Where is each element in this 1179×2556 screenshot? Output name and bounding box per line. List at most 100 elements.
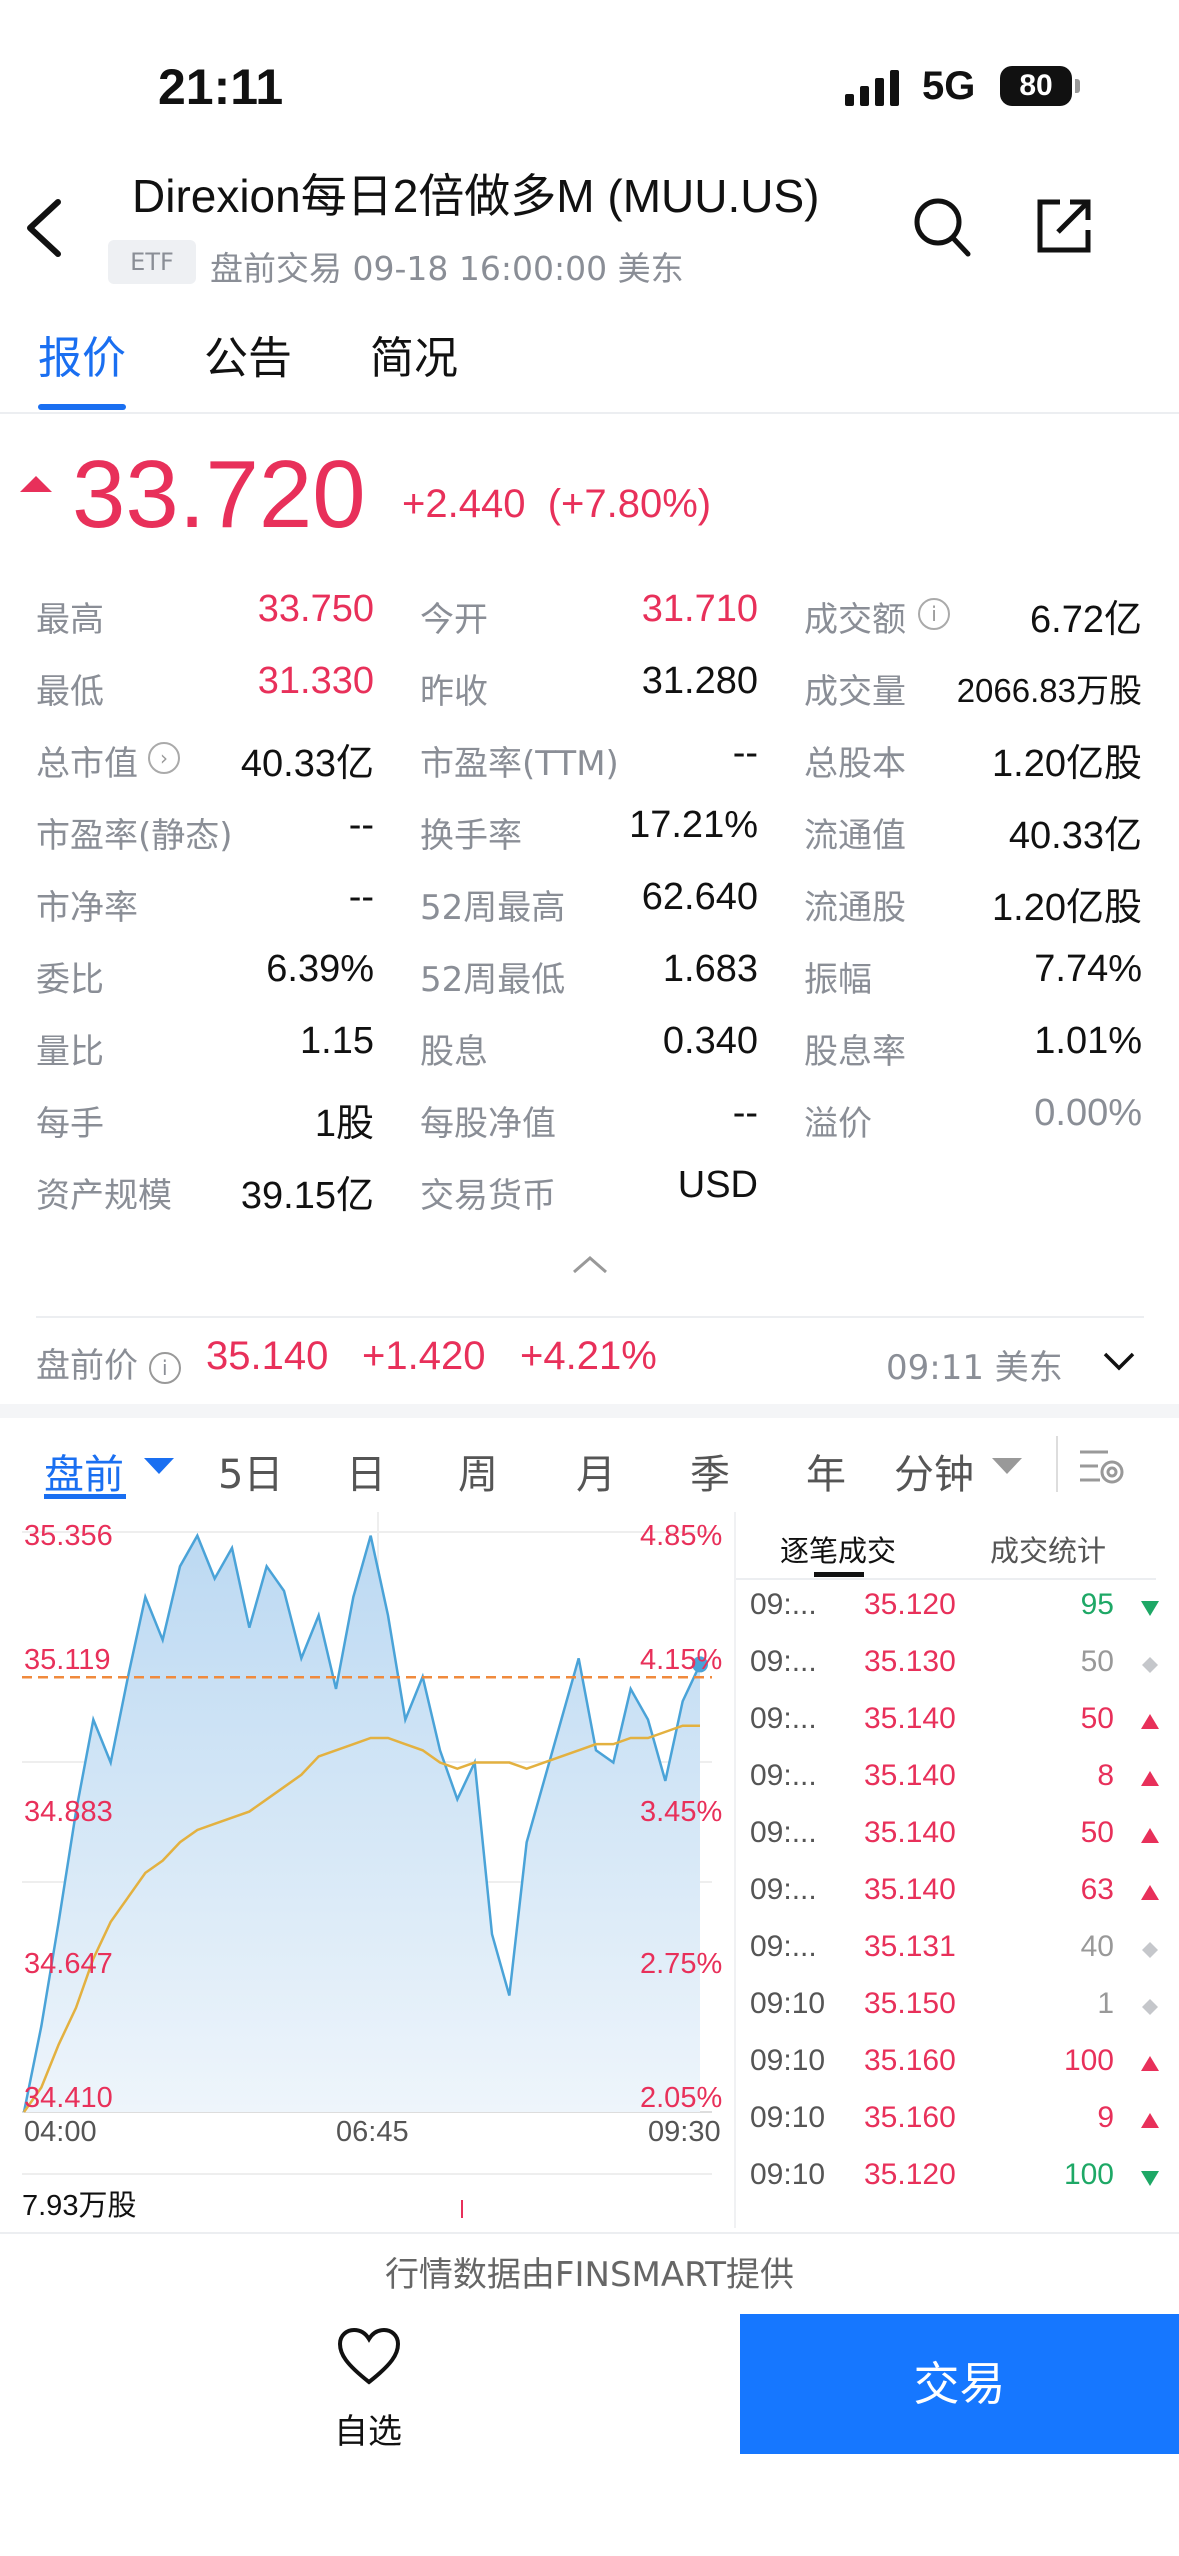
chart-tab-5d[interactable]: 5日 bbox=[218, 1442, 283, 1500]
battery-icon: 80 bbox=[1000, 66, 1080, 106]
trade-time: 09:... bbox=[750, 1930, 817, 1963]
stat-label: 股息率 bbox=[804, 1032, 906, 1072]
stat-value: 0.340 bbox=[662, 1020, 758, 1062]
trade-price: 35.130 bbox=[864, 1645, 956, 1678]
y-label-left: 35.356 bbox=[24, 1520, 113, 1552]
stat-value: 40.33亿 bbox=[240, 743, 374, 785]
stat-label: 最低 bbox=[36, 672, 104, 712]
info-icon: i bbox=[148, 1351, 181, 1384]
data-source-note: 行情数据由FINSMART提供 bbox=[0, 2232, 1179, 2314]
tab-profile[interactable]: 简况 bbox=[370, 322, 458, 386]
dropdown-icon[interactable] bbox=[142, 1456, 176, 1476]
tab-quote[interactable]: 报价 bbox=[38, 322, 126, 386]
chart-tab-minute[interactable]: 分钟 bbox=[894, 1442, 974, 1500]
stat-value: USD bbox=[677, 1164, 758, 1206]
network-label: 5G bbox=[922, 64, 976, 108]
trade-row: 09:... 35.140 50 bbox=[750, 1810, 1170, 1867]
trade-volume: 8 bbox=[1097, 1759, 1114, 1792]
trade-time: 09:10 bbox=[750, 2044, 826, 2077]
trade-row: 09:10 35.160 100 bbox=[750, 2038, 1170, 2095]
divider bbox=[36, 1316, 1144, 1318]
stat-label: 总市值 bbox=[36, 744, 138, 784]
stat-value: 39.15亿 bbox=[240, 1175, 374, 1217]
premarket-change: +1.420 bbox=[362, 1334, 486, 1378]
stat-value: 6.72亿 bbox=[1030, 599, 1142, 641]
y-label-left: 35.119 bbox=[24, 1644, 111, 1676]
trade-time: 09:... bbox=[750, 1645, 817, 1678]
trade-time: 09:10 bbox=[750, 1987, 826, 2020]
tab-trade-stats[interactable]: 成交统计 bbox=[990, 1528, 1106, 1570]
trade-price: 35.131 bbox=[864, 1930, 956, 1963]
tab-tick-trades[interactable]: 逐笔成交 bbox=[780, 1528, 896, 1570]
x-label: 06:45 bbox=[336, 2116, 409, 2148]
arrow-up-icon bbox=[1141, 2113, 1159, 2128]
stat-value: 1.683 bbox=[662, 948, 758, 990]
chart-settings-icon[interactable] bbox=[1078, 1444, 1128, 1488]
stat-label: 委比 bbox=[36, 960, 104, 1000]
arrow-up-icon bbox=[1141, 1714, 1159, 1729]
trade-row: 09:... 35.140 50 bbox=[750, 1696, 1170, 1753]
stat-value: -- bbox=[732, 1092, 758, 1134]
chart-tab-day[interactable]: 日 bbox=[346, 1442, 386, 1500]
trade-time: 09:10 bbox=[750, 2101, 826, 2134]
trade-volume: 100 bbox=[1063, 2044, 1114, 2077]
etf-badge: ETF bbox=[108, 240, 196, 284]
trade-price: 35.120 bbox=[864, 2158, 956, 2191]
stat-label: 最高 bbox=[36, 600, 104, 640]
watchlist-label[interactable]: 自选 bbox=[334, 2404, 402, 2453]
stat-label: 每手 bbox=[36, 1104, 104, 1144]
stat-label: 量比 bbox=[36, 1032, 104, 1072]
trade-volume: 1 bbox=[1097, 1987, 1114, 2020]
trade-time: 09:... bbox=[750, 1588, 817, 1621]
diamond-icon bbox=[1142, 1657, 1158, 1673]
tab-announcements[interactable]: 公告 bbox=[204, 322, 292, 386]
trade-time: 09:... bbox=[750, 1816, 817, 1849]
share-icon[interactable] bbox=[1034, 196, 1094, 256]
stat-label: 振幅 bbox=[804, 960, 872, 1000]
trade-volume: 40 bbox=[1080, 1930, 1114, 1963]
trade-row: 09:... 35.130 50 bbox=[750, 1639, 1170, 1696]
y-label-left: 34.647 bbox=[24, 1948, 113, 1980]
stat-label: 成交量 bbox=[804, 672, 906, 712]
stat-value: 0.00% bbox=[1034, 1092, 1142, 1134]
chart-tab-month[interactable]: 月 bbox=[576, 1442, 616, 1500]
stat-value: 1.15 bbox=[300, 1020, 374, 1062]
stat-value: 33.750 bbox=[257, 588, 374, 630]
heart-icon[interactable] bbox=[336, 2326, 402, 2386]
trade-row: 09:... 35.140 63 bbox=[750, 1867, 1170, 1924]
stat-value: 1.20亿股 bbox=[992, 743, 1142, 785]
trade-price: 35.120 bbox=[864, 1588, 956, 1621]
stat-value: -- bbox=[732, 732, 758, 774]
trade-volume: 95 bbox=[1080, 1588, 1114, 1621]
chart-tab-quarter[interactable]: 季 bbox=[690, 1442, 730, 1500]
stat-label: 股息 bbox=[420, 1032, 488, 1072]
trading-status: 盘前交易 09-18 16:00:00 美东 bbox=[210, 249, 684, 288]
trade-volume: 50 bbox=[1080, 1702, 1114, 1735]
stat-value: 6.39% bbox=[266, 948, 374, 990]
trade-price: 35.140 bbox=[864, 1816, 956, 1849]
chart-tab-year[interactable]: 年 bbox=[806, 1442, 846, 1500]
trade-time: 09:... bbox=[750, 1759, 817, 1792]
last-price: 33.720 bbox=[72, 441, 366, 548]
trade-price: 35.140 bbox=[864, 1702, 956, 1735]
stat-value: 17.21% bbox=[629, 804, 758, 846]
stat-value: 1.01% bbox=[1034, 1020, 1142, 1062]
stat-label: 溢价 bbox=[804, 1104, 872, 1144]
panel-tab-underline bbox=[814, 1572, 864, 1577]
collapse-icon[interactable] bbox=[570, 1252, 610, 1276]
chart-tab-week[interactable]: 周 bbox=[458, 1442, 498, 1500]
chevron-down-icon[interactable] bbox=[1102, 1350, 1136, 1372]
arrow-up-icon bbox=[1141, 1828, 1159, 1843]
chart-tab-premarket[interactable]: 盘前 bbox=[44, 1442, 124, 1500]
stat-value: 31.330 bbox=[257, 660, 374, 702]
section-gap bbox=[0, 1404, 1179, 1418]
search-icon[interactable] bbox=[912, 196, 972, 258]
y-label-right: 2.75% bbox=[640, 1948, 723, 1980]
tab-underline bbox=[38, 404, 126, 410]
trade-volume: 100 bbox=[1063, 2158, 1114, 2191]
back-icon[interactable] bbox=[22, 196, 66, 260]
stat-label: 市净率 bbox=[36, 888, 138, 928]
trade-button[interactable]: 交易 bbox=[740, 2314, 1179, 2454]
dropdown-icon[interactable] bbox=[990, 1456, 1024, 1476]
stat-value: -- bbox=[348, 804, 374, 846]
